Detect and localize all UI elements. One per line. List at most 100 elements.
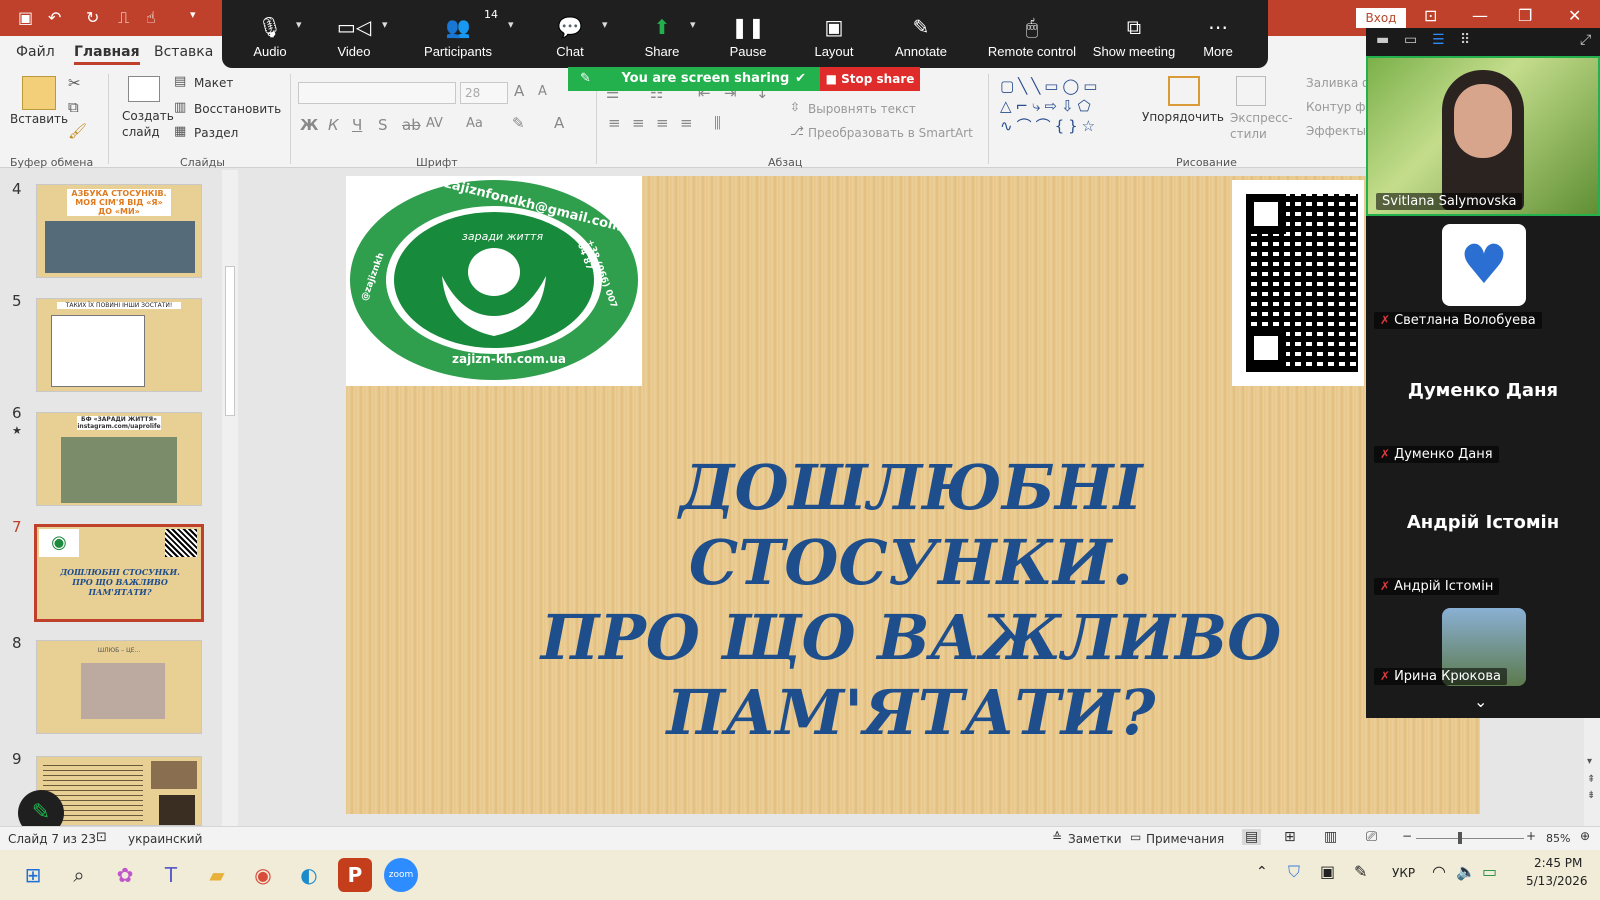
close-icon[interactable]: ✕ xyxy=(1568,6,1581,25)
powerpoint-icon[interactable]: P xyxy=(338,858,372,892)
next-slide-icon[interactable]: ⇟ xyxy=(1587,790,1595,801)
participants-options-caret[interactable]: ▾ xyxy=(508,18,514,31)
zoom-level[interactable]: 85% xyxy=(1546,832,1570,845)
language-indicator[interactable]: украинский xyxy=(128,832,202,846)
scrollbar-thumb[interactable] xyxy=(225,266,235,416)
speaker-view-icon[interactable]: ▭ xyxy=(1404,32,1417,48)
slide-thumbnail-4[interactable]: АЗБУКА СТОСУНКІВ. МОЯ СІМ'Я ВІД «Я» ДО «… xyxy=(36,184,202,278)
italic-icon[interactable]: К xyxy=(328,116,339,134)
slideshow-icon[interactable]: ⎚ xyxy=(1366,829,1377,845)
expand-icon[interactable]: ⤢ xyxy=(1580,32,1591,48)
shape-fill-button[interactable]: Заливка ф xyxy=(1306,76,1372,90)
layout-button[interactable]: ▣ Layout xyxy=(804,0,864,68)
columns-icon[interactable]: ⫼ xyxy=(714,114,721,132)
chat-button[interactable]: 💬 Chat xyxy=(542,0,598,68)
battery-icon[interactable]: ▭ xyxy=(1482,862,1497,881)
char-spacing-icon[interactable]: AV xyxy=(426,116,443,131)
pause-button[interactable]: ❚❚ Pause xyxy=(720,0,776,68)
slide-thumbnail-6[interactable]: БФ «ЗАРАДИ ЖИТТЯ» instagram.com/uaprolif… xyxy=(36,412,202,506)
comments-button[interactable]: Примечания xyxy=(1146,832,1224,846)
shape-effects-button[interactable]: Эффекты xyxy=(1306,124,1366,138)
bold-icon[interactable]: Ж xyxy=(300,116,318,134)
slide-thumbnail-5[interactable]: ТАКИХ ЇХ ПОВИНІ ІНШИ ЗОСТАТИ! xyxy=(36,298,202,392)
chrome-icon[interactable]: ◉ xyxy=(246,858,280,892)
tray-shield-icon[interactable]: ⛉ xyxy=(1288,862,1300,882)
paste-icon[interactable] xyxy=(22,76,56,110)
ribbon-display-icon[interactable]: ⊡ xyxy=(1424,6,1437,25)
participant-tile[interactable]: ♥ ✗ Светлана Волобуева xyxy=(1366,220,1600,340)
zoom-in-icon[interactable]: + xyxy=(1526,829,1536,843)
arrange-icon[interactable] xyxy=(1168,76,1200,106)
smartart-icon[interactable]: ⎇ xyxy=(790,124,804,138)
customize-qat-icon[interactable]: ▾ xyxy=(190,8,196,21)
reset-icon[interactable]: ▥ xyxy=(174,100,186,115)
chat-options-caret[interactable]: ▾ xyxy=(602,18,608,31)
participant-tile[interactable]: ✗ Ирина Крюкова xyxy=(1366,608,1600,692)
align-center-icon[interactable]: ≡ xyxy=(632,114,645,132)
annotate-button[interactable]: ✎ Annotate xyxy=(888,0,954,68)
align-text-button[interactable]: Выровнять текст xyxy=(808,102,916,116)
new-slide-button[interactable]: Создать слайд xyxy=(122,108,174,140)
zoom-out-icon[interactable]: − xyxy=(1402,829,1412,843)
qr-code[interactable] xyxy=(1232,180,1364,386)
gallery-grid-icon[interactable]: ⠿ xyxy=(1460,32,1470,48)
tab-insert[interactable]: Вставка xyxy=(154,44,213,60)
shape-outline-button[interactable]: Контур ф xyxy=(1306,100,1366,114)
windows-start-icon[interactable]: ⊞ xyxy=(16,858,50,892)
participant-tile[interactable]: Андрій Істомін ✗ Андрій Істомін xyxy=(1366,482,1600,604)
clock-date[interactable]: 5/13/2026 xyxy=(1526,874,1588,888)
accessibility-icon[interactable]: ⊡ xyxy=(96,830,107,845)
comments-icon[interactable]: ▭ xyxy=(1130,830,1141,844)
arrange-button[interactable]: Упорядочить xyxy=(1142,110,1224,124)
tray-monitor-icon[interactable]: ▣ xyxy=(1320,862,1335,881)
restore-icon[interactable]: ❐ xyxy=(1518,6,1532,25)
save-icon[interactable]: ▣ xyxy=(18,8,33,27)
audio-button[interactable]: 🎙 Audio xyxy=(242,0,298,68)
edge-icon[interactable]: ◐ xyxy=(292,858,326,892)
section-icon[interactable]: ▦ xyxy=(174,124,186,139)
layout-button[interactable]: Макет xyxy=(194,76,233,90)
zoom-app-icon[interactable]: zoom xyxy=(384,858,418,892)
foundation-logo[interactable]: zajiznfondkh@gmail.com zajizn-kh.com.ua … xyxy=(346,176,642,386)
speaker-icon[interactable]: 🔈 xyxy=(1456,862,1476,881)
thumbnail-scrollbar[interactable] xyxy=(222,170,238,826)
format-painter-icon[interactable]: 🖌 xyxy=(68,122,87,140)
tab-file[interactable]: Файл xyxy=(16,44,55,60)
font-family-select[interactable] xyxy=(298,82,456,104)
normal-view-icon[interactable]: ▤ xyxy=(1242,829,1262,845)
file-explorer-icon[interactable]: ▰ xyxy=(200,858,234,892)
font-color-icon[interactable]: A xyxy=(554,114,564,132)
video-button[interactable]: ▭◁ Video xyxy=(326,0,382,68)
copy-icon[interactable]: ⧉ xyxy=(68,98,79,116)
more-button[interactable]: ⋯ More xyxy=(1190,0,1246,68)
section-button[interactable]: Раздел xyxy=(194,126,238,140)
wifi-icon[interactable]: ◠ xyxy=(1432,862,1446,881)
keyboard-language[interactable]: УКР xyxy=(1392,866,1415,880)
new-slide-icon[interactable] xyxy=(128,76,160,102)
scroll-down-icon[interactable]: ▾ xyxy=(1587,756,1592,767)
zoom-slider-thumb[interactable] xyxy=(1458,832,1462,844)
reset-button[interactable]: Восстановить xyxy=(194,102,281,116)
zoom-slider[interactable] xyxy=(1416,838,1524,839)
search-icon[interactable]: ⌕ xyxy=(62,858,96,892)
align-right-icon[interactable]: ≡ xyxy=(656,114,669,132)
reading-view-icon[interactable]: ▥ xyxy=(1324,829,1337,845)
layout-icon[interactable]: ▤ xyxy=(174,74,186,89)
undo-icon[interactable]: ↶ xyxy=(48,8,61,27)
prev-slide-icon[interactable]: ⇞ xyxy=(1587,774,1595,785)
shapes-gallery[interactable]: ▢╲╲▭◯▭ △⌐⤷⇨⇩⬠ ∿⌒⌒{}☆ xyxy=(1000,76,1126,138)
strip-view-icon[interactable]: ☰ xyxy=(1432,32,1445,48)
grow-font-icon[interactable]: A xyxy=(514,82,524,100)
audio-options-caret[interactable]: ▾ xyxy=(296,18,302,31)
font-size-select[interactable]: 28 xyxy=(460,82,508,104)
slide-title[interactable]: ДОШЛЮБНІ СТОСУНКИ. ПРО ЩО ВАЖЛИВО ПАМ'ЯТ… xyxy=(486,450,1336,750)
notes-button[interactable]: Заметки xyxy=(1068,832,1122,846)
present-icon[interactable]: ⎍ xyxy=(118,8,129,28)
redo-icon[interactable]: ↻ xyxy=(86,8,99,27)
notes-icon[interactable]: ≙ xyxy=(1052,830,1062,844)
slide-thumbnail-7-selected[interactable]: ◉ ДОШЛЮБНІ СТОСУНКИ. ПРО ЩО ВАЖЛИВО ПАМ'… xyxy=(34,524,204,622)
minimize-icon[interactable]: — xyxy=(1472,6,1488,25)
align-text-icon[interactable]: ⇳ xyxy=(790,100,800,114)
justify-icon[interactable]: ≡ xyxy=(680,114,693,132)
align-left-icon[interactable]: ≡ xyxy=(608,114,621,132)
